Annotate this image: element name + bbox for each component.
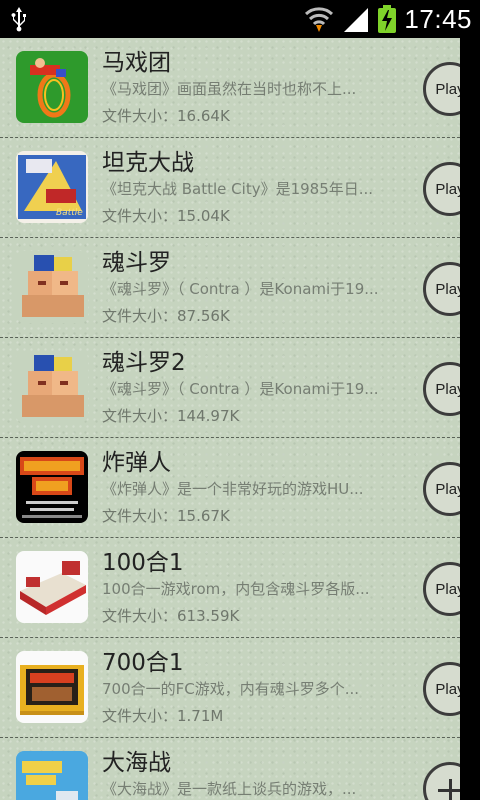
game-title: 魂斗罗: [102, 250, 171, 276]
list-item[interactable]: 魂斗罗 《魂斗罗》（ Contra ）是Konami于19... 文件大小：87…: [0, 238, 460, 338]
bomberman-thumbnail: [16, 451, 88, 523]
game-description: 100合一游戏rom，内包含魂斗罗各版...: [102, 580, 370, 598]
list-item[interactable]: Battle 坦克大战 《坦克大战 Battle City》是1985年日...…: [0, 138, 460, 238]
battery-charging-icon: [378, 5, 397, 33]
circus-thumbnail: [16, 51, 88, 123]
status-bar: 17:45: [0, 0, 480, 38]
add-icon[interactable]: [423, 762, 460, 800]
game-description: 《坦克大战 Battle City》是1985年日...: [102, 180, 374, 198]
file-size: 文件大小：144.97K: [102, 407, 240, 425]
play-button[interactable]: Play: [423, 262, 460, 316]
game-title: 马戏团: [102, 50, 171, 76]
list-item[interactable]: 炸弹人 《炸弹人》是一个非常好玩的游戏HU... 文件大小：15.67K Pla…: [0, 438, 460, 538]
game-description: 700合一的FC游戏，内有魂斗罗多个...: [102, 680, 360, 698]
svg-text:Battle: Battle: [56, 208, 83, 218]
clock: 17:45: [404, 3, 472, 34]
play-button[interactable]: Play: [423, 462, 460, 516]
game-title: 魂斗罗2: [102, 350, 186, 376]
list-item[interactable]: 700合1 700合一的FC游戏，内有魂斗罗多个... 文件大小：1.71M P…: [0, 638, 460, 738]
list-item[interactable]: 大海战 《大海战》是一款纸上谈兵的游戏，...: [0, 738, 460, 800]
game-title: 炸弹人: [102, 450, 171, 476]
famicom-console-thumbnail: [16, 551, 88, 623]
play-button[interactable]: Play: [423, 162, 460, 216]
game-title: 100合1: [102, 550, 184, 576]
file-size: 文件大小：87.56K: [102, 307, 230, 325]
file-size: 文件大小：16.64K: [102, 107, 230, 125]
list-item[interactable]: 魂斗罗2 《魂斗罗》（ Contra ）是Konami于19... 文件大小：1…: [0, 338, 460, 438]
game-description: 《炸弹人》是一个非常好玩的游戏HU...: [102, 480, 364, 498]
game-description: 《魂斗罗》（ Contra ）是Konami于19...: [102, 380, 379, 398]
play-button[interactable]: Play: [423, 62, 460, 116]
game-title: 700合1: [102, 650, 184, 676]
play-button[interactable]: Play: [423, 562, 460, 616]
game-description: 《大海战》是一款纸上谈兵的游戏，...: [102, 780, 357, 798]
play-button[interactable]: Play: [423, 362, 460, 416]
navy-blue-thumbnail: [16, 751, 88, 800]
game-title: 大海战: [102, 750, 171, 776]
file-size: 文件大小：15.67K: [102, 507, 230, 525]
battle-city-thumbnail: Battle: [16, 151, 88, 223]
file-size: 文件大小：15.04K: [102, 207, 230, 225]
usb-icon: [11, 7, 26, 32]
contra2-thumbnail: [16, 351, 88, 423]
play-button[interactable]: Play: [423, 662, 460, 716]
list-item[interactable]: 100合1 100合一游戏rom，内包含魂斗罗各版... 文件大小：613.59…: [0, 538, 460, 638]
file-size: 文件大小：1.71M: [102, 707, 224, 725]
contra-thumbnail: [16, 251, 88, 323]
cartridge-thumbnail: [16, 651, 88, 723]
wifi-icon: [305, 7, 334, 32]
signal-icon: [344, 8, 369, 32]
file-size: 文件大小：613.59K: [102, 607, 240, 625]
game-title: 坦克大战: [102, 150, 194, 176]
list-item[interactable]: 马戏团 《马戏团》画面虽然在当时也称不上... 文件大小：16.64K Play: [0, 38, 460, 138]
game-description: 《魂斗罗》（ Contra ）是Konami于19...: [102, 280, 379, 298]
game-list[interactable]: 马戏团 《马戏团》画面虽然在当时也称不上... 文件大小：16.64K Play…: [0, 38, 460, 800]
game-description: 《马戏团》画面虽然在当时也称不上...: [102, 80, 357, 98]
